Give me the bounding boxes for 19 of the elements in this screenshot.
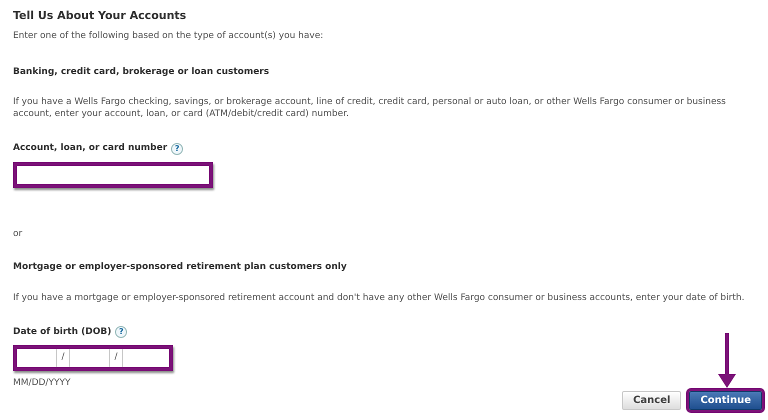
- page-title: Tell Us About Your Accounts: [13, 9, 188, 22]
- separator-text: or: [13, 228, 24, 241]
- help-icon[interactable]: ?: [115, 326, 128, 338]
- date-field[interactable]: / /: [13, 345, 173, 372]
- date-part-field[interactable]: [123, 349, 169, 368]
- section-heading: Banking, credit card, brokerage or loan customers: [13, 66, 270, 79]
- account-number-field[interactable]: [13, 162, 213, 188]
- help-icon[interactable]: ?: [171, 142, 184, 155]
- field-label: Account, loan, or card number: [13, 142, 168, 156]
- continue-button[interactable]: Continue: [689, 391, 762, 410]
- date-part-field[interactable]: [17, 349, 57, 368]
- field-label: Date of birth (DOB): [13, 326, 112, 339]
- section-heading: Mortgage or employer-sponsored retirement plan customers only: [13, 261, 348, 274]
- format-hint: MM/DD/YYYY: [13, 377, 72, 390]
- section-text: If you have a Wells Fargo checking, savings, or brokerage account, line of credit, credit card, personal or auto loan, or other Wells Fargo consumer or business account, enter your account, loan, or card (ATM/debit/credit card) number.: [13, 96, 727, 120]
- date-part-field[interactable]: [70, 349, 110, 368]
- cancel-button[interactable]: Cancel: [622, 391, 682, 410]
- intro-text: Enter one of the following based on the type of account(s) you have:: [13, 30, 324, 44]
- section-text: If you have a mortgage or employer-sponsored retirement account and don't have any other Wells Fargo consumer or business accounts, enter your date of birth.: [13, 292, 746, 304]
